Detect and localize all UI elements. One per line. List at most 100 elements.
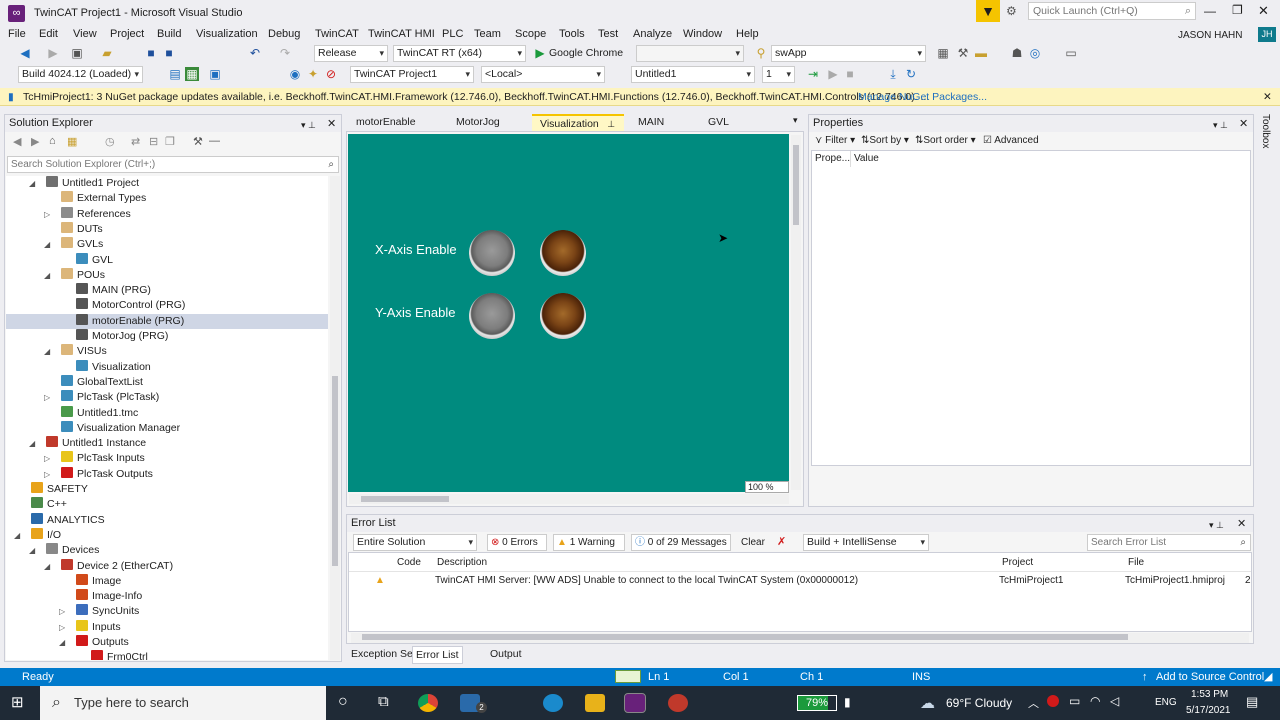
twincat-project-dropdown[interactable]: TwinCAT Project1	[350, 66, 474, 83]
expand-arrow-icon[interactable]: ▷	[44, 470, 50, 479]
editor-tab-menu-icon[interactable]: ▾	[793, 115, 798, 126]
col-description[interactable]: Description	[437, 557, 487, 568]
clock-time[interactable]: 1:53 PM	[1191, 689, 1228, 700]
tree-item[interactable]: Image-Info	[76, 589, 142, 604]
maximize-button[interactable]: ❐	[1232, 3, 1243, 17]
menu-twincat[interactable]: TwinCAT	[315, 28, 359, 40]
menu-project[interactable]: Project	[110, 28, 144, 40]
cortana-icon[interactable]: ○	[338, 693, 348, 711]
expand-arrow-icon[interactable]: ◢	[44, 271, 50, 280]
record-icon[interactable]	[1047, 695, 1059, 707]
scope-dropdown[interactable]: Entire Solution	[353, 534, 477, 551]
open-icon[interactable]: ▰	[100, 46, 114, 60]
expand-arrow-icon[interactable]: ◢	[44, 347, 50, 356]
disable-icon[interactable]: ⊘	[324, 67, 338, 81]
pin-icon[interactable]: ▾ ⊥	[1213, 117, 1228, 134]
restart-icon[interactable]: ✦	[306, 67, 320, 81]
history-icon[interactable]: ◷	[105, 135, 115, 148]
tree-item[interactable]: Visualization Manager	[61, 420, 180, 436]
errors-filter-button[interactable]: ⊗ 0 Errors	[487, 534, 547, 551]
action-center-icon[interactable]: ▤	[1246, 694, 1258, 710]
menu-window[interactable]: Window	[683, 28, 722, 40]
column-divider[interactable]	[850, 151, 851, 167]
user-avatar[interactable]: JH	[1258, 27, 1276, 42]
menu-twincat-hmi[interactable]: TwinCAT HMI	[368, 28, 435, 40]
tree-item[interactable]: Image	[76, 573, 121, 589]
close-panel-icon[interactable]: ✕	[1239, 116, 1248, 133]
plc-project-dropdown[interactable]: Untitled1	[631, 66, 755, 83]
tree-item[interactable]: SAFETY	[31, 482, 88, 497]
properties-icon[interactable]: ⚒	[193, 135, 203, 148]
expand-arrow-icon[interactable]: ◢	[14, 531, 20, 540]
value-column-header[interactable]: Value	[854, 153, 879, 164]
menu-help[interactable]: Help	[736, 28, 759, 40]
clear-button[interactable]: Clear	[741, 537, 765, 548]
editor-hscroll[interactable]	[349, 494, 789, 504]
tree-item[interactable]: SyncUnits	[76, 604, 139, 619]
tree-item[interactable]: POUs	[61, 267, 105, 283]
taskbar-search-box[interactable]: ⌕ Type here to search	[40, 686, 326, 720]
tree-item[interactable]: Visualization	[76, 359, 151, 375]
tree-item[interactable]: motorEnable (PRG)	[76, 313, 184, 329]
instance-dropdown[interactable]: 1	[762, 66, 795, 83]
y-axis-enable-button[interactable]	[469, 293, 515, 339]
tree-item[interactable]: External Types	[61, 191, 146, 206]
tree-item[interactable]: Untitled1.tmc	[61, 405, 138, 421]
notifications-icon[interactable]: ◢	[1264, 668, 1272, 686]
new-project-icon[interactable]: ▣	[70, 46, 84, 60]
collapse-all-icon[interactable]: ⊟	[149, 135, 158, 148]
close-window-button[interactable]: ✕	[1258, 3, 1269, 19]
wrench-icon[interactable]: ⚒	[956, 46, 970, 60]
back-nav-icon[interactable]: ◀	[13, 135, 21, 148]
menu-edit[interactable]: Edit	[39, 28, 58, 40]
empty-combo[interactable]	[636, 45, 744, 62]
tree-item[interactable]: DUTs	[61, 221, 103, 237]
tree-item[interactable]: MotorJog (PRG)	[76, 329, 168, 344]
menu-build[interactable]: Build	[157, 28, 181, 40]
sort-by-button[interactable]: ⇅Sort by ▾	[861, 135, 909, 146]
login-icon[interactable]: ⇥	[806, 67, 820, 81]
menu-file[interactable]: File	[8, 28, 26, 40]
menu-tools[interactable]: Tools	[559, 28, 585, 40]
file-explorer-icon[interactable]	[585, 694, 605, 712]
x-axis-enable-button[interactable]	[469, 230, 515, 276]
error-hscroll-thumb[interactable]	[362, 634, 1128, 640]
tree-item[interactable]: PlcTask Inputs	[61, 451, 145, 466]
tree-item[interactable]: Outputs	[76, 635, 129, 650]
expand-arrow-icon[interactable]: ◢	[44, 240, 50, 249]
warnings-filter-button[interactable]: ▲ 1 Warning	[553, 534, 625, 551]
step-into-icon[interactable]: ⤓	[886, 67, 900, 81]
menu-test[interactable]: Test	[598, 28, 618, 40]
messages-filter-button[interactable]: ⓘ 0 of 29 Messages	[631, 534, 731, 551]
col-project[interactable]: Project	[1002, 557, 1033, 568]
error-search-input[interactable]: Search Error List ⌕	[1087, 534, 1251, 551]
preview-icon[interactable]: —	[209, 135, 220, 147]
activate-config-icon[interactable]: ▦	[185, 67, 199, 81]
tab-motorenable[interactable]: motorEnable	[348, 114, 428, 131]
undo-icon[interactable]: ↶	[248, 46, 262, 60]
tree-item[interactable]: I/O	[31, 527, 61, 543]
back-icon[interactable]: ◀	[18, 46, 32, 60]
tree-item[interactable]: ANALYTICS	[31, 512, 105, 528]
configuration-dropdown[interactable]: Release	[314, 45, 388, 62]
filter-button[interactable]: ⋎ Filter ▾	[815, 135, 855, 146]
tree-item[interactable]: Untitled1 Instance	[46, 436, 146, 451]
close-panel-icon[interactable]: ✕	[1237, 516, 1246, 533]
twincat-icon[interactable]	[668, 694, 688, 712]
user-name[interactable]: JASON HAHN	[1178, 30, 1242, 41]
forward-nav-icon[interactable]: ▶	[31, 135, 39, 148]
clear-filter-icon[interactable]: ✗	[777, 535, 786, 548]
pin-icon[interactable]: ▾ ⊥	[1209, 517, 1224, 534]
edge-icon[interactable]	[543, 694, 563, 712]
tab-gvl[interactable]: GVL	[700, 114, 780, 131]
battery-indicator[interactable]: 79%	[797, 695, 837, 711]
find-combo[interactable]: swApp	[771, 45, 926, 62]
sort-order-button[interactable]: ⇅Sort order ▾	[915, 135, 976, 146]
volume-icon[interactable]: ◁	[1110, 694, 1119, 708]
menu-team[interactable]: Team	[474, 28, 501, 40]
solution-search-input[interactable]: Search Solution Explorer (Ctrl+;) ⌕	[7, 156, 339, 173]
toolbox-side-tab[interactable]: Toolbox	[1257, 114, 1273, 154]
language-indicator[interactable]: ENG	[1155, 697, 1177, 708]
network-icon[interactable]: ▭	[1069, 694, 1080, 708]
tree-item[interactable]: PlcTask (PlcTask)	[61, 390, 159, 405]
